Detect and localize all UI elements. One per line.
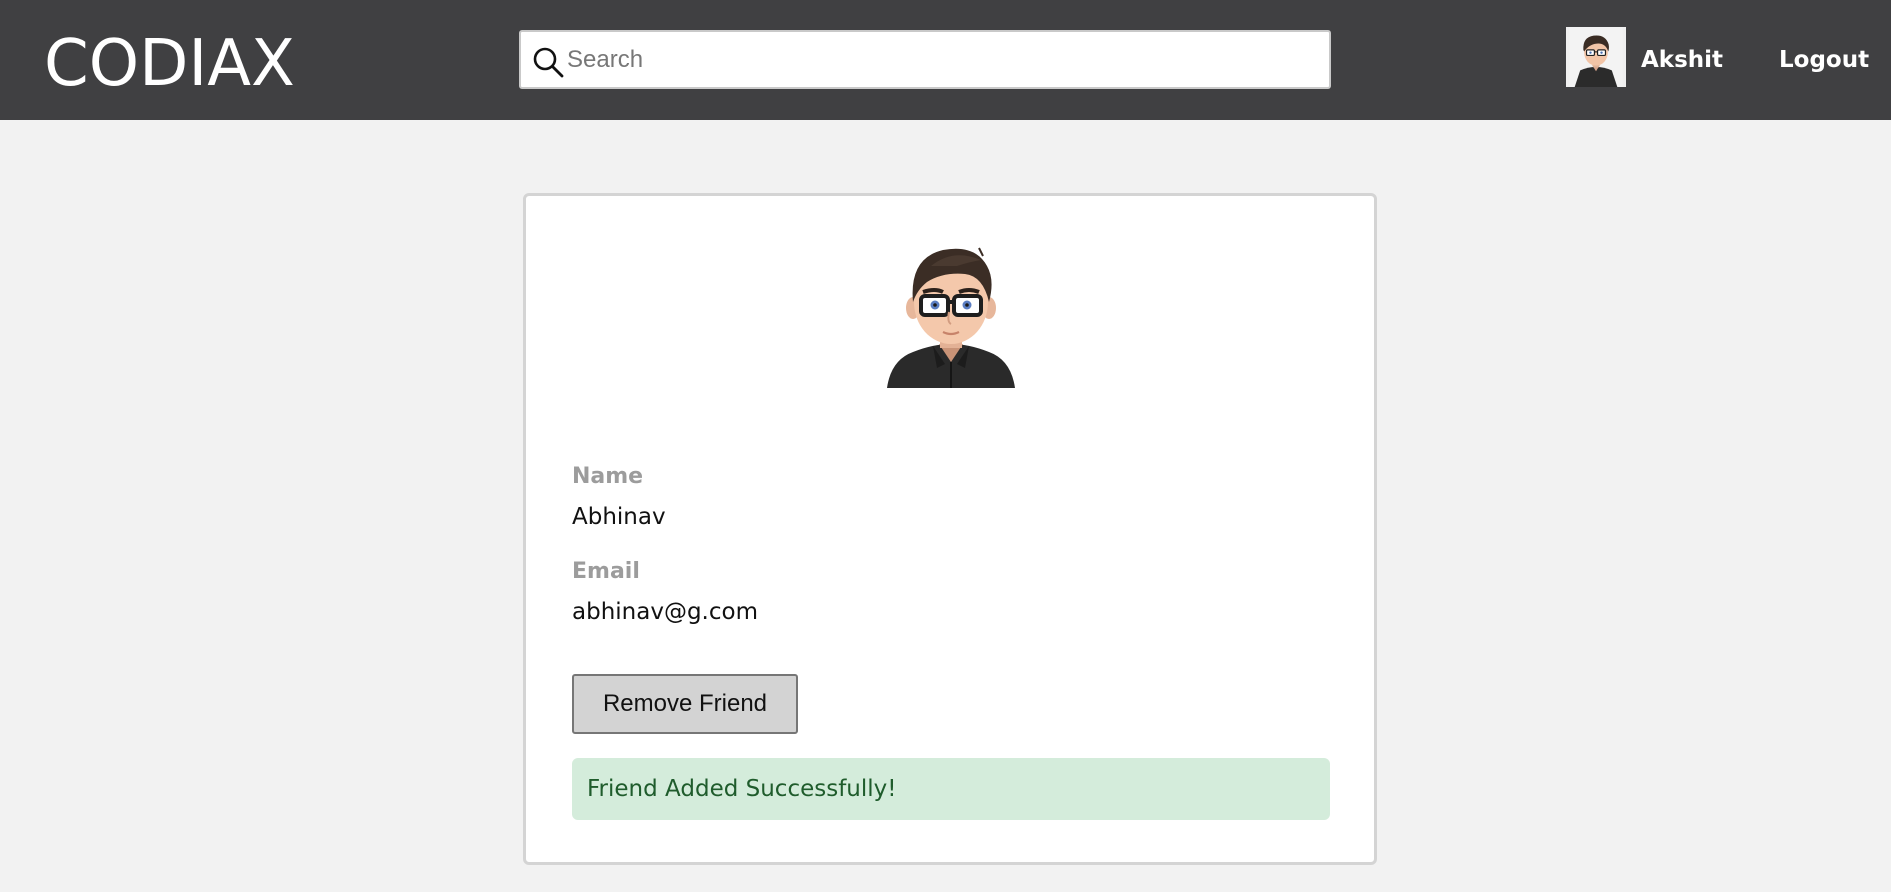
- user-avatar[interactable]: [1566, 27, 1626, 87]
- alert-message: Friend Added Successfully!: [587, 776, 897, 802]
- search-box[interactable]: [519, 30, 1331, 89]
- profile-card: Name Abhinav Email abhinav@g.com Remove …: [523, 193, 1377, 865]
- cartoon-avatar-icon: [887, 247, 1015, 388]
- email-label: Email: [572, 559, 640, 584]
- app-logo[interactable]: CODIAX: [44, 26, 295, 102]
- name-label: Name: [572, 464, 644, 489]
- cartoon-avatar-icon: [1569, 27, 1623, 87]
- remove-friend-button[interactable]: Remove Friend: [572, 674, 798, 734]
- email-value: abhinav@g.com: [572, 599, 758, 625]
- success-alert: Friend Added Successfully!: [572, 758, 1330, 820]
- logout-link[interactable]: Logout: [1779, 46, 1869, 74]
- name-value: Abhinav: [572, 504, 666, 530]
- search-input[interactable]: [567, 32, 1317, 87]
- search-icon: [533, 47, 564, 78]
- top-navbar: CODIAX Akshit Logout: [0, 0, 1891, 120]
- user-name[interactable]: Akshit: [1641, 46, 1723, 74]
